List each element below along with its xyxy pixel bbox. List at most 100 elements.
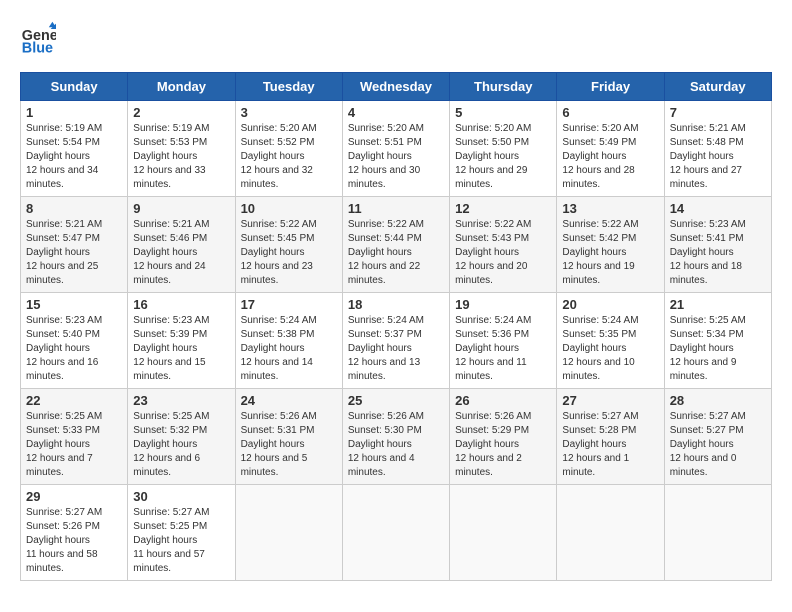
day-number: 22 [26, 393, 122, 408]
day-info: Sunrise: 5:25 AMSunset: 5:33 PMDaylight … [26, 410, 122, 480]
day-number: 7 [670, 105, 766, 120]
calendar-week-row: 1Sunrise: 5:19 AMSunset: 5:54 PMDaylight… [21, 101, 772, 197]
calendar-cell: 10 Sunrise: 5:22 AMSunset: 5:45 PMDayligh… [235, 197, 342, 293]
day-number: 14 [670, 201, 766, 216]
calendar-week-row: 15 Sunrise: 5:23 AMSunset: 5:40 PMDayligh… [21, 293, 772, 389]
day-info: Sunrise: 5:27 AMSunset: 5:27 PMDaylight … [670, 410, 766, 480]
day-info: Sunrise: 5:27 AMSunset: 5:25 PMDaylight … [133, 506, 229, 576]
day-info: Sunrise: 5:22 AMSunset: 5:42 PMDaylight … [562, 218, 658, 288]
day-info: Sunrise: 5:25 AMSunset: 5:34 PMDaylight … [670, 314, 766, 384]
calendar-cell: 28 Sunrise: 5:27 AMSunset: 5:27 PMDayligh… [664, 389, 771, 485]
logo: General Blue [20, 20, 62, 56]
col-header-friday: Friday [557, 73, 664, 101]
day-info: Sunrise: 5:24 AMSunset: 5:38 PMDaylight … [241, 314, 337, 384]
day-info: Sunrise: 5:24 AMSunset: 5:35 PMDaylight … [562, 314, 658, 384]
calendar-cell: 4 Sunrise: 5:20 AMSunset: 5:51 PMDaylight… [342, 101, 449, 197]
day-info: Sunrise: 5:27 AMSunset: 5:26 PMDaylight … [26, 506, 122, 576]
calendar-table: SundayMondayTuesdayWednesdayThursdayFrid… [20, 72, 772, 581]
day-info: Sunrise: 5:26 AMSunset: 5:30 PMDaylight … [348, 410, 444, 480]
calendar-week-row: 29 Sunrise: 5:27 AMSunset: 5:26 PMDayligh… [21, 485, 772, 581]
calendar-cell: 18 Sunrise: 5:24 AMSunset: 5:37 PMDayligh… [342, 293, 449, 389]
calendar-week-row: 22 Sunrise: 5:25 AMSunset: 5:33 PMDayligh… [21, 389, 772, 485]
calendar-cell: 9 Sunrise: 5:21 AMSunset: 5:46 PMDaylight… [128, 197, 235, 293]
day-number: 27 [562, 393, 658, 408]
calendar-cell: 22 Sunrise: 5:25 AMSunset: 5:33 PMDayligh… [21, 389, 128, 485]
calendar-cell: 2 Sunrise: 5:19 AMSunset: 5:53 PMDaylight… [128, 101, 235, 197]
day-number: 3 [241, 105, 337, 120]
day-info: Sunrise: 5:19 AMSunset: 5:53 PMDaylight … [133, 122, 229, 192]
calendar-cell: 23 Sunrise: 5:25 AMSunset: 5:32 PMDayligh… [128, 389, 235, 485]
calendar-cell [557, 485, 664, 581]
day-number: 17 [241, 297, 337, 312]
day-info: Sunrise: 5:22 AMSunset: 5:45 PMDaylight … [241, 218, 337, 288]
calendar-header-row: SundayMondayTuesdayWednesdayThursdayFrid… [21, 73, 772, 101]
day-number: 26 [455, 393, 551, 408]
calendar-cell: 25 Sunrise: 5:26 AMSunset: 5:30 PMDayligh… [342, 389, 449, 485]
calendar-cell: 3 Sunrise: 5:20 AMSunset: 5:52 PMDaylight… [235, 101, 342, 197]
day-info: Sunrise: 5:20 AMSunset: 5:52 PMDaylight … [241, 122, 337, 192]
svg-text:Blue: Blue [22, 40, 53, 56]
calendar-cell: 20 Sunrise: 5:24 AMSunset: 5:35 PMDayligh… [557, 293, 664, 389]
day-number: 23 [133, 393, 229, 408]
day-number: 18 [348, 297, 444, 312]
day-info: Sunrise: 5:27 AMSunset: 5:28 PMDaylight … [562, 410, 658, 480]
day-info: Sunrise: 5:21 AMSunset: 5:46 PMDaylight … [133, 218, 229, 288]
calendar-cell: 14 Sunrise: 5:23 AMSunset: 5:41 PMDayligh… [664, 197, 771, 293]
calendar-cell [664, 485, 771, 581]
calendar-cell: 15 Sunrise: 5:23 AMSunset: 5:40 PMDayligh… [21, 293, 128, 389]
day-info: Sunrise: 5:19 AMSunset: 5:54 PMDaylight … [26, 122, 122, 192]
col-header-sunday: Sunday [21, 73, 128, 101]
day-number: 19 [455, 297, 551, 312]
day-number: 11 [348, 201, 444, 216]
day-info: Sunrise: 5:25 AMSunset: 5:32 PMDaylight … [133, 410, 229, 480]
col-header-wednesday: Wednesday [342, 73, 449, 101]
day-number: 28 [670, 393, 766, 408]
calendar-cell [342, 485, 449, 581]
calendar-cell: 6 Sunrise: 5:20 AMSunset: 5:49 PMDaylight… [557, 101, 664, 197]
calendar-cell: 29 Sunrise: 5:27 AMSunset: 5:26 PMDayligh… [21, 485, 128, 581]
day-number: 4 [348, 105, 444, 120]
day-number: 9 [133, 201, 229, 216]
day-number: 6 [562, 105, 658, 120]
day-info: Sunrise: 5:23 AMSunset: 5:39 PMDaylight … [133, 314, 229, 384]
calendar-cell: 27 Sunrise: 5:27 AMSunset: 5:28 PMDayligh… [557, 389, 664, 485]
calendar-cell: 24 Sunrise: 5:26 AMSunset: 5:31 PMDayligh… [235, 389, 342, 485]
day-number: 10 [241, 201, 337, 216]
calendar-cell: 19 Sunrise: 5:24 AMSunset: 5:36 PMDayligh… [450, 293, 557, 389]
day-info: Sunrise: 5:24 AMSunset: 5:37 PMDaylight … [348, 314, 444, 384]
day-number: 2 [133, 105, 229, 120]
day-info: Sunrise: 5:26 AMSunset: 5:31 PMDaylight … [241, 410, 337, 480]
calendar-week-row: 8Sunrise: 5:21 AMSunset: 5:47 PMDaylight… [21, 197, 772, 293]
col-header-tuesday: Tuesday [235, 73, 342, 101]
day-info: Sunrise: 5:20 AMSunset: 5:51 PMDaylight … [348, 122, 444, 192]
day-number: 21 [670, 297, 766, 312]
calendar-cell [235, 485, 342, 581]
day-number: 24 [241, 393, 337, 408]
calendar-cell: 21 Sunrise: 5:25 AMSunset: 5:34 PMDayligh… [664, 293, 771, 389]
day-info: Sunrise: 5:20 AMSunset: 5:50 PMDaylight … [455, 122, 551, 192]
day-number: 29 [26, 489, 122, 504]
day-number: 16 [133, 297, 229, 312]
calendar-cell: 17 Sunrise: 5:24 AMSunset: 5:38 PMDayligh… [235, 293, 342, 389]
day-number: 30 [133, 489, 229, 504]
day-info: Sunrise: 5:20 AMSunset: 5:49 PMDaylight … [562, 122, 658, 192]
calendar-cell: 12 Sunrise: 5:22 AMSunset: 5:43 PMDayligh… [450, 197, 557, 293]
day-number: 15 [26, 297, 122, 312]
col-header-thursday: Thursday [450, 73, 557, 101]
day-info: Sunrise: 5:23 AMSunset: 5:41 PMDaylight … [670, 218, 766, 288]
day-info: Sunrise: 5:21 AMSunset: 5:47 PMDaylight … [26, 218, 122, 288]
day-number: 25 [348, 393, 444, 408]
day-number: 12 [455, 201, 551, 216]
day-number: 5 [455, 105, 551, 120]
calendar-cell [450, 485, 557, 581]
day-info: Sunrise: 5:22 AMSunset: 5:43 PMDaylight … [455, 218, 551, 288]
day-info: Sunrise: 5:22 AMSunset: 5:44 PMDaylight … [348, 218, 444, 288]
calendar-cell: 13Sunrise: 5:22 AMSunset: 5:42 PMDayligh… [557, 197, 664, 293]
calendar-cell: 1Sunrise: 5:19 AMSunset: 5:54 PMDaylight… [21, 101, 128, 197]
day-info: Sunrise: 5:24 AMSunset: 5:36 PMDaylight … [455, 314, 551, 384]
day-info: Sunrise: 5:23 AMSunset: 5:40 PMDaylight … [26, 314, 122, 384]
col-header-saturday: Saturday [664, 73, 771, 101]
calendar-cell: 26Sunrise: 5:26 AMSunset: 5:29 PMDayligh… [450, 389, 557, 485]
logo-icon: General Blue [20, 20, 56, 56]
day-number: 20 [562, 297, 658, 312]
